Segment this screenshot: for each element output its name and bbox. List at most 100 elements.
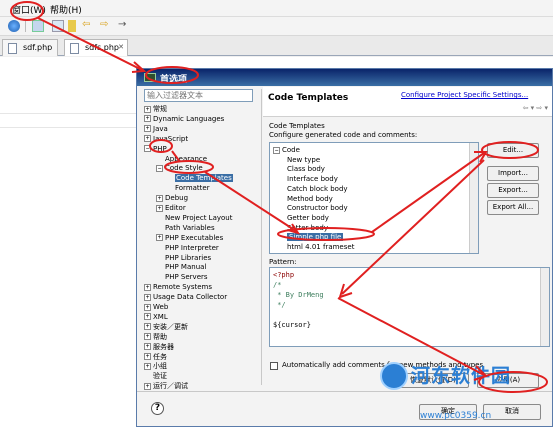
expand-icon[interactable]: + [144, 353, 151, 360]
templates-scrollbar[interactable] [469, 143, 478, 253]
tree-item[interactable]: + Remote Systems [144, 283, 212, 293]
tree-item-label: 任务 [153, 352, 167, 361]
tree-item[interactable]: Appearance [156, 155, 207, 165]
globe-icon[interactable] [8, 20, 20, 32]
tree-item[interactable]: PHP Manual [156, 263, 206, 273]
expand-icon[interactable]: + [156, 234, 163, 242]
tree-item[interactable]: + Debug [156, 194, 188, 204]
expand-icon[interactable]: + [144, 125, 151, 133]
nav-arrow-icon[interactable]: → [118, 20, 130, 32]
template-item[interactable]: Constructor body [287, 204, 348, 213]
expand-icon[interactable]: + [144, 105, 151, 113]
cancel-button[interactable]: 取消 [483, 404, 541, 420]
history-nav-icon[interactable]: ⇦ ▾ ⇨ ▾ [523, 104, 548, 112]
template-item-label: New type [287, 155, 321, 164]
tree-item-label: JavaScript [153, 134, 189, 143]
menu-help[interactable]: 帮助(H) [50, 3, 82, 16]
template-item[interactable]: Method body [287, 195, 333, 204]
expand-icon[interactable]: + [144, 283, 151, 291]
toolbar-separator [25, 20, 26, 32]
template-item[interactable]: − Code [273, 146, 300, 155]
template-item[interactable]: New type [287, 156, 320, 165]
tree-item-label: PHP [153, 144, 167, 153]
configure-label: Configure generated code and comments: [269, 131, 418, 139]
edit-button[interactable]: Edit... [487, 143, 539, 158]
tree-item[interactable]: + 服务器 [144, 343, 174, 353]
tree-item[interactable]: + 帮助 [144, 333, 167, 343]
editor-tabs: sdf.php sdfs.php ✕ [0, 36, 553, 56]
tree-item-label: 服务器 [153, 342, 174, 351]
tree-item[interactable]: − PHP [144, 145, 167, 155]
template-item-label: Method body [287, 194, 333, 203]
pattern-editor[interactable]: <?php /* * By DrMeng */ ${cursor} [269, 267, 550, 347]
panel-divider[interactable] [261, 89, 262, 385]
tree-item[interactable]: + Editor [156, 204, 186, 214]
debug-icon[interactable] [32, 20, 44, 32]
tree-item[interactable]: + JavaScript [144, 135, 188, 145]
tree-item[interactable]: PHP Interpreter [156, 244, 219, 254]
help-icon[interactable]: ? [151, 402, 164, 415]
expand-icon[interactable]: + [144, 293, 151, 301]
template-item[interactable]: Simple php file [287, 233, 344, 242]
pattern-scrollbar[interactable] [540, 268, 549, 346]
collapse-icon[interactable]: − [156, 164, 163, 172]
expand-icon[interactable]: + [144, 382, 151, 390]
template-item[interactable]: Catch block body [287, 185, 348, 194]
tree-item[interactable]: + Dynamic Languages [144, 115, 224, 125]
forward-arrow-icon[interactable]: ⇨ [100, 20, 112, 32]
tab-sdf[interactable]: sdf.php [2, 39, 58, 56]
expand-icon[interactable]: + [144, 303, 151, 311]
export-button[interactable]: Export... [487, 183, 539, 198]
tree-item-label: Debug [165, 194, 189, 203]
template-item[interactable]: Getter body [287, 214, 329, 223]
tree-item[interactable]: PHP Libraries [156, 254, 211, 264]
toggle-icon[interactable] [68, 20, 76, 32]
preferences-tree: + 常规 + Dynamic Languages + Java + JavaScript − PH… [144, 105, 260, 425]
run-icon[interactable] [52, 20, 64, 32]
tree-item[interactable]: Path Variables [156, 224, 215, 234]
tree-item[interactable]: 验证 [144, 372, 167, 382]
tree-item[interactable]: + Usage Data Collector [144, 293, 227, 303]
expand-icon[interactable]: + [144, 333, 151, 341]
template-item[interactable]: Setter body [287, 224, 328, 233]
expand-icon[interactable]: + [144, 343, 151, 351]
template-item-label: Catch block body [287, 184, 348, 193]
template-item[interactable]: html 4.01 frameset [287, 243, 354, 252]
tab-sdfs[interactable]: sdfs.php ✕ [64, 39, 128, 56]
export-all-button[interactable]: Export All... [487, 200, 539, 215]
expand-icon[interactable]: + [144, 362, 151, 370]
collapse-icon[interactable]: − [144, 145, 151, 153]
filter-input[interactable] [144, 89, 253, 102]
tree-item[interactable]: + Java [144, 125, 168, 135]
import-button[interactable]: Import... [487, 166, 539, 181]
tree-item[interactable]: + 安装／更新 [144, 323, 188, 333]
expand-icon[interactable]: + [144, 323, 151, 331]
back-arrow-icon[interactable]: ⇦ [82, 20, 94, 32]
tree-item[interactable]: + PHP Executables [156, 234, 223, 244]
expand-icon[interactable]: + [156, 204, 163, 212]
auto-comments-checkbox[interactable] [270, 362, 278, 370]
tree-item[interactable]: New Project Layout [156, 214, 232, 224]
tree-item-label: 安装／更新 [153, 322, 188, 331]
collapse-icon[interactable]: − [273, 146, 280, 154]
tree-item[interactable]: PHP Servers [156, 273, 208, 283]
tree-item[interactable]: + 小组 [144, 362, 167, 372]
expand-icon[interactable]: + [144, 115, 151, 123]
template-item[interactable]: Class body [287, 165, 325, 174]
expand-icon[interactable]: + [144, 135, 151, 143]
tree-item-label: PHP Executables [165, 233, 224, 242]
tree-item[interactable]: Formatter [166, 184, 210, 194]
tree-item[interactable]: − Code Style [156, 164, 203, 174]
tree-item[interactable]: + 常规 [144, 105, 167, 115]
close-icon[interactable]: ✕ [118, 43, 124, 51]
expand-icon[interactable]: + [156, 194, 163, 202]
tree-item[interactable]: Code Templates [166, 174, 233, 184]
menu-window[interactable]: 窗口(W) [12, 3, 46, 16]
project-settings-link[interactable]: Configure Project Specific Settings... [401, 91, 528, 99]
tree-item[interactable]: + XML [144, 313, 168, 323]
tree-item[interactable]: + Web [144, 303, 168, 313]
template-item[interactable]: Interface body [287, 175, 338, 184]
tree-item[interactable]: + 任务 [144, 353, 167, 363]
tree-item-label: 运行／调试 [153, 382, 188, 391]
expand-icon[interactable]: + [144, 313, 151, 321]
